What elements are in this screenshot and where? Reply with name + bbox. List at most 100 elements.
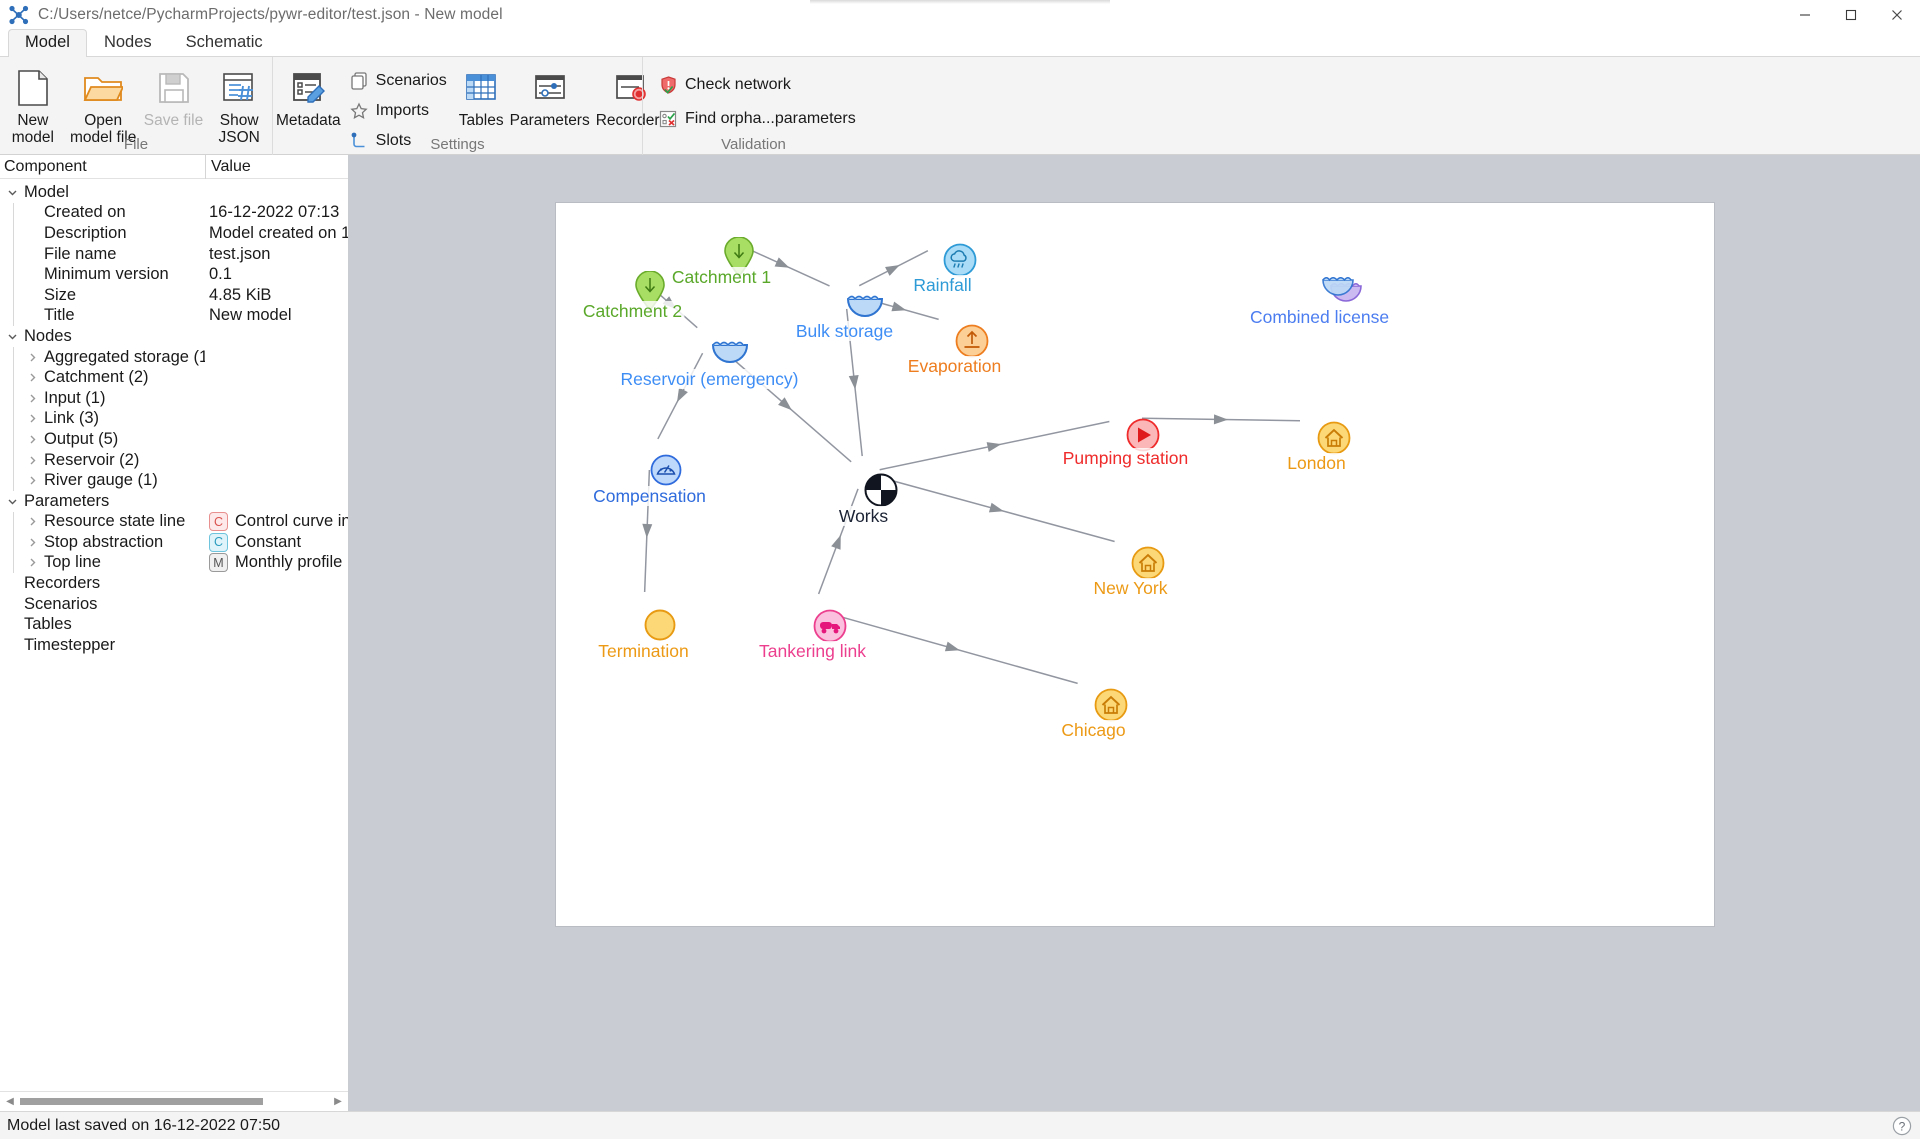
- save-file-button[interactable]: Save file: [141, 63, 207, 141]
- tree-row[interactable]: Top line M Monthly profile: [0, 553, 348, 574]
- star-outline-icon: [349, 101, 369, 121]
- tree-horizontal-scrollbar[interactable]: ◀ ▶: [0, 1091, 348, 1111]
- schematic-node-label: Works: [836, 506, 891, 526]
- tree-row[interactable]: Model: [0, 182, 348, 203]
- tree-row[interactable]: Recorders: [0, 573, 348, 594]
- maximize-button[interactable]: [1828, 0, 1874, 30]
- scrollbar-thumb[interactable]: [20, 1098, 264, 1105]
- column-header-value[interactable]: Value: [205, 154, 348, 179]
- tree-row-label: Timestepper: [24, 635, 116, 654]
- tree-row[interactable]: Size 4.85 KiB: [0, 285, 348, 306]
- tree-row-label: Minimum version: [44, 265, 169, 284]
- tree-row[interactable]: Nodes: [0, 326, 348, 347]
- scroll-right-arrow-icon[interactable]: ▶: [330, 1096, 346, 1107]
- ribbon-group-validation: Check network Find orpha...parameters Va…: [642, 57, 864, 155]
- schematic-node-label: Chicago: [1059, 720, 1128, 740]
- metadata-button[interactable]: Metadata: [273, 63, 344, 141]
- tree-row[interactable]: Input (1): [0, 388, 348, 409]
- close-button[interactable]: [1874, 0, 1920, 30]
- edge-arrow-icon: [884, 265, 900, 276]
- metadata-label: Metadata: [276, 112, 341, 129]
- tree-row[interactable]: Stop abstraction C Constant: [0, 532, 348, 553]
- main-area: Component Value Model Created on 16-12-202…: [0, 154, 1920, 1111]
- tree-row-label: River gauge (1): [44, 471, 158, 490]
- tree-row-label: Input (1): [44, 388, 106, 407]
- minimize-button[interactable]: [1782, 0, 1828, 30]
- schematic-view[interactable]: Catchment 1 Catchment 2 Bulk storage Rai…: [554, 202, 1715, 927]
- tree-row[interactable]: File name test.json: [0, 244, 348, 265]
- parameter-type-badge: M: [209, 553, 228, 573]
- chevron-right-icon[interactable]: [24, 434, 40, 445]
- chevron-right-icon[interactable]: [24, 372, 40, 383]
- chevron-down-icon[interactable]: [4, 187, 20, 198]
- tree-row-label: Created on: [44, 203, 126, 222]
- tree-row[interactable]: Parameters: [0, 491, 348, 512]
- tree-row[interactable]: Resource state line C Control curve index: [0, 512, 348, 533]
- chevron-right-icon[interactable]: [24, 537, 40, 548]
- scenarios-label: Scenarios: [375, 72, 447, 89]
- tree-row[interactable]: Aggregated storage (1): [0, 347, 348, 368]
- tree-row[interactable]: Description Model created on 16/12: [0, 223, 348, 244]
- tree-row-label: Model: [24, 182, 69, 201]
- parameters-button[interactable]: Parameters: [507, 63, 593, 141]
- schematic-canvas-area[interactable]: Catchment 1 Catchment 2 Bulk storage Rai…: [349, 155, 1920, 1111]
- find-orphan-parameters-label: Find orpha...parameters: [685, 110, 856, 127]
- window-title: C:/Users/netce/PycharmProjects/pywr-edit…: [38, 5, 503, 23]
- chevron-right-icon[interactable]: [24, 393, 40, 404]
- tree-row[interactable]: River gauge (1): [0, 470, 348, 491]
- tree-row[interactable]: Title New model: [0, 306, 348, 327]
- tree-row[interactable]: Catchment (2): [0, 367, 348, 388]
- chevron-right-icon[interactable]: [24, 352, 40, 363]
- tree-row[interactable]: Reservoir (2): [0, 450, 348, 471]
- edge-arrow-icon: [676, 387, 688, 403]
- scenarios-button[interactable]: Scenarios: [344, 67, 456, 95]
- tree-guide-line: [13, 346, 14, 491]
- sliders-icon: [533, 68, 567, 108]
- tree-value-text: Constant: [235, 532, 302, 551]
- tab-schematic[interactable]: Schematic: [169, 29, 280, 57]
- column-header-component[interactable]: Component: [0, 158, 205, 176]
- tree-row-value: Model created on 16/12: [205, 224, 348, 243]
- parameter-type-badge: C: [209, 532, 228, 552]
- chevron-right-icon[interactable]: [24, 557, 40, 568]
- tree-row[interactable]: Tables: [0, 614, 348, 635]
- json-document-icon: [222, 68, 256, 108]
- tree-row[interactable]: Timestepper: [0, 635, 348, 656]
- edge-arrow-icon: [986, 442, 1001, 452]
- chevron-right-icon[interactable]: [24, 475, 40, 486]
- imports-button[interactable]: Imports: [344, 97, 456, 125]
- tree-row[interactable]: Created on 16-12-2022 07:13: [0, 203, 348, 224]
- help-question-icon[interactable]: ?: [1892, 1116, 1912, 1136]
- component-tree[interactable]: Model Created on 16-12-2022 07:13 Descripti…: [0, 179, 348, 1091]
- tab-model[interactable]: Model: [8, 29, 87, 57]
- tree-row-label: Output (5): [44, 429, 119, 448]
- window-controls: [1782, 0, 1920, 30]
- tab-nodes[interactable]: Nodes: [87, 29, 169, 57]
- chevron-down-icon[interactable]: [4, 496, 20, 507]
- ribbon-group-file-label: File: [123, 136, 149, 153]
- chevron-right-icon[interactable]: [24, 455, 40, 466]
- tree-row-value: C Constant: [205, 532, 348, 552]
- ribbon-group-validation-label: Validation: [721, 136, 786, 153]
- tables-button[interactable]: Tables: [456, 63, 507, 141]
- tree-value-text: 4.85 KiB: [209, 285, 272, 304]
- chevron-down-icon[interactable]: [4, 331, 20, 342]
- chevron-right-icon[interactable]: [24, 516, 40, 527]
- check-network-button[interactable]: Check network: [653, 71, 865, 99]
- floppy-disk-icon: [158, 68, 190, 108]
- tree-row-label: Link (3): [44, 409, 100, 428]
- tree-row[interactable]: Scenarios: [0, 594, 348, 615]
- table-grid-icon: [464, 68, 498, 108]
- chevron-right-icon[interactable]: [24, 413, 40, 424]
- tree-row[interactable]: Minimum version 0.1: [0, 264, 348, 285]
- scroll-left-arrow-icon[interactable]: ◀: [2, 1096, 18, 1107]
- schematic-node-label: Termination: [596, 641, 691, 661]
- tree-row[interactable]: Output (5): [0, 429, 348, 450]
- scrollbar-track[interactable]: [18, 1092, 330, 1112]
- tree-row[interactable]: Link (3): [0, 409, 348, 430]
- open-folder-icon: [83, 68, 124, 108]
- status-bar: Model last saved on 16-12-2022 07:50 ?: [0, 1111, 1920, 1139]
- find-orphan-parameters-button[interactable]: Find orpha...parameters: [653, 105, 865, 133]
- shield-warning-icon: [658, 75, 678, 95]
- title-bar: C:/Users/netce/PycharmProjects/pywr-edit…: [0, 0, 1920, 30]
